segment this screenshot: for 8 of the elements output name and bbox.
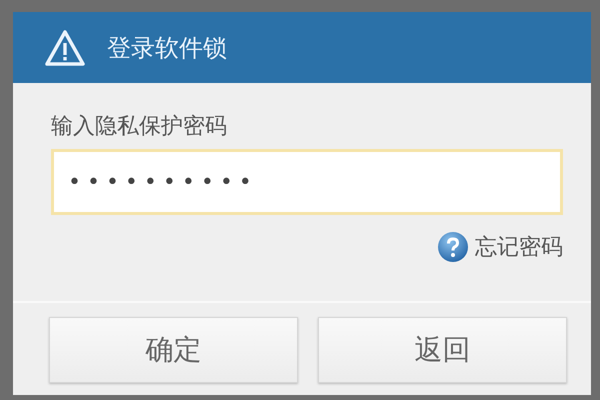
password-field[interactable]: •••••••••• (51, 149, 563, 215)
dialog-button[interactable]: 确定 (49, 317, 298, 383)
dialog-button[interactable]: 返回 (318, 317, 567, 383)
help-icon (437, 231, 469, 263)
forgot-password-link[interactable]: 忘记密码 (437, 231, 563, 263)
field-label: 输入隐私保护密码 (51, 113, 227, 141)
dialog-title: 登录软件锁 (107, 32, 227, 64)
warning-icon (45, 30, 85, 66)
